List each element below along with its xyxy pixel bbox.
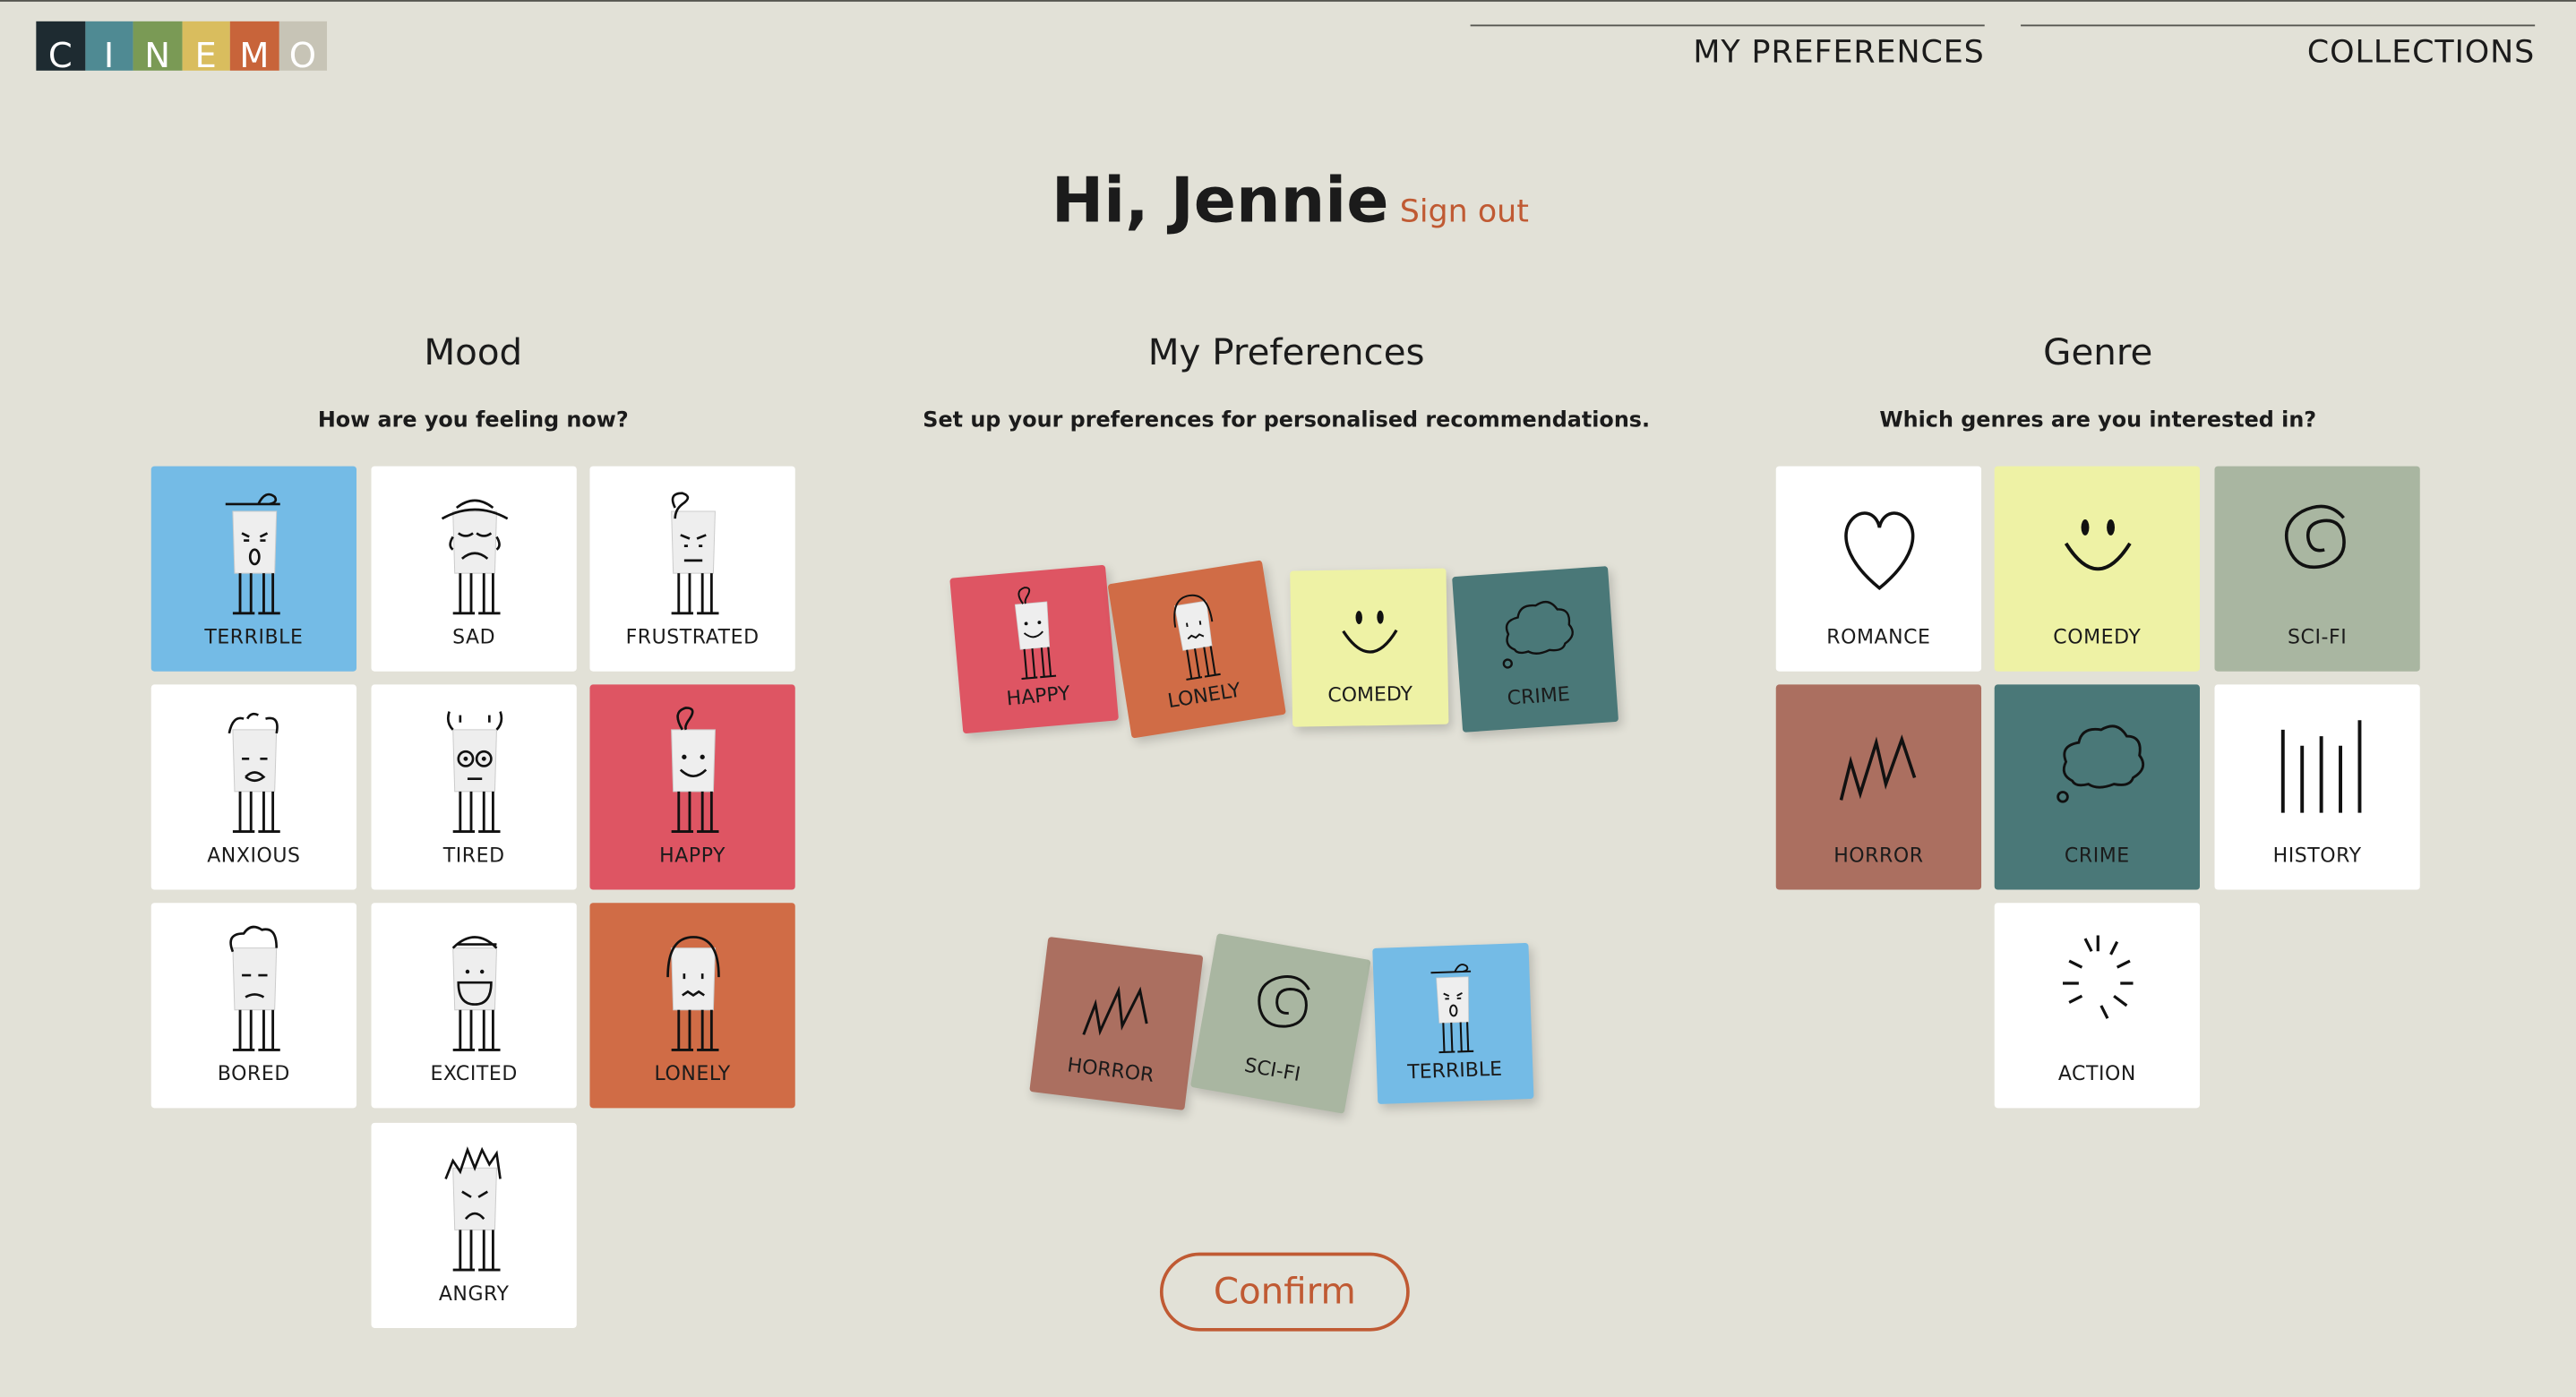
genre-title: Genre <box>2043 333 2153 374</box>
tile-label: HISTORY <box>2272 844 2362 867</box>
logo-segment: C <box>36 21 85 76</box>
mood-tile-happy[interactable]: HAPPY <box>589 684 795 890</box>
preference-card-comedy[interactable]: COMEDY <box>1290 568 1449 727</box>
card-label: CRIME <box>1506 681 1571 710</box>
tile-label: TERRIBLE <box>204 625 304 649</box>
happy-face-icon <box>670 707 718 834</box>
mood-tile-bored[interactable]: BORED <box>150 903 357 1109</box>
frustrated-face-icon <box>670 492 718 615</box>
mood-tile-angry[interactable]: ANGRY <box>371 1122 577 1328</box>
tile-label: ROMANCE <box>1826 625 1931 649</box>
logo-segment: M <box>229 21 279 76</box>
preferences-subtitle: Set up your preferences for personalised… <box>923 408 1651 433</box>
nav-my-preferences[interactable]: MY PREFERENCES <box>1470 24 1985 71</box>
genre-tile-comedy[interactable]: COMEDY <box>1994 466 2200 672</box>
preference-card-happy[interactable]: HAPPY <box>949 564 1120 734</box>
tile-label: EXCITED <box>430 1062 518 1085</box>
smiley-icon <box>1341 610 1397 654</box>
genre-tile-history[interactable]: HISTORY <box>2214 684 2420 890</box>
tile-label: HAPPY <box>659 844 726 867</box>
mood-title: Mood <box>424 333 523 374</box>
genre-tile-action[interactable]: ACTION <box>1994 903 2200 1109</box>
greeting-title: Hi, Jennie <box>1051 164 1389 236</box>
mood-tile-anxious[interactable]: ANXIOUS <box>150 684 357 890</box>
preferences-title: My Preferences <box>1147 333 1425 374</box>
card-label: TERRIBLE <box>1406 1057 1503 1084</box>
excited-face-icon <box>451 936 500 1051</box>
tile-label: SCI-FI <box>2288 625 2348 649</box>
logo-letter: E <box>194 36 217 76</box>
logo-segment: O <box>278 21 328 76</box>
mood-tile-lonely[interactable]: LONELY <box>589 903 795 1109</box>
tile-label: HORROR <box>1833 844 1924 867</box>
thought-cloud-icon <box>2056 724 2144 803</box>
mood-subtitle: How are you feeling now? <box>317 408 629 433</box>
lonely-face-icon <box>665 936 719 1051</box>
zigzag-icon <box>1081 985 1147 1036</box>
preference-card-lonely[interactable]: LONELY <box>1107 560 1286 739</box>
logo-letter: C <box>47 36 73 76</box>
mood-tile-sad[interactable]: SAD <box>371 466 577 672</box>
tile-label: ACTION <box>2057 1062 2136 1085</box>
tile-label: SAD <box>452 625 496 649</box>
heart-icon <box>1843 511 1914 591</box>
logo-segment: E <box>181 21 230 76</box>
anxious-face-icon <box>227 712 279 834</box>
logo-segment: N <box>133 21 182 76</box>
preference-card-crime[interactable]: CRIME <box>1452 566 1619 733</box>
spiral-icon <box>2284 504 2345 570</box>
sad-face-icon <box>440 499 508 615</box>
angry-face-icon <box>443 1146 501 1272</box>
tile-label: ANXIOUS <box>207 844 301 867</box>
confirm-button[interactable]: Confirm <box>1159 1252 1410 1332</box>
genre-tile-romance[interactable]: ROMANCE <box>1775 466 1982 672</box>
smiley-icon <box>2063 519 2131 571</box>
spiral-icon <box>1257 974 1309 1028</box>
logo-letter: O <box>288 36 317 76</box>
mood-tile-terrible[interactable]: TERRIBLE <box>150 466 357 672</box>
vertical-lines-icon <box>2280 720 2361 813</box>
tile-label: ANGRY <box>438 1281 510 1306</box>
mood-tile-tired[interactable]: TIRED <box>371 684 577 890</box>
tile-label: TIRED <box>442 844 505 867</box>
tile-label: COMEDY <box>2053 625 2142 649</box>
terrible-face-icon <box>1430 964 1473 1054</box>
lonely-face-icon <box>1172 594 1220 681</box>
burst-icon <box>2062 935 2133 1019</box>
genre-tile-crime[interactable]: CRIME <box>1994 684 2200 890</box>
genre-subtitle: Which genres are you interested in? <box>1879 408 2317 433</box>
thought-cloud-icon <box>1501 601 1574 669</box>
tired-face-icon <box>446 711 502 834</box>
logo-letter: M <box>239 36 270 76</box>
preference-card-sci-fi[interactable]: SCI-FI <box>1189 933 1371 1114</box>
cinemo-logo[interactable]: C I N E M O <box>36 21 328 76</box>
card-label: COMEDY <box>1327 681 1413 707</box>
preference-card-horror[interactable]: HORROR <box>1029 936 1204 1110</box>
tile-label: FRUSTRATED <box>625 625 760 649</box>
tile-label: BORED <box>217 1062 290 1085</box>
tile-label: CRIME <box>2064 844 2130 867</box>
zigzag-icon <box>1838 734 1916 801</box>
nav-collections[interactable]: COLLECTIONS <box>2021 24 2536 71</box>
mood-tile-frustrated[interactable]: FRUSTRATED <box>589 466 795 672</box>
genre-tile-horror[interactable]: HORROR <box>1775 684 1982 890</box>
bored-face-icon <box>228 925 279 1051</box>
terrible-face-icon <box>224 493 279 615</box>
card-label: HAPPY <box>1005 681 1071 710</box>
preference-card-terrible[interactable]: TERRIBLE <box>1372 942 1534 1104</box>
happy-face-icon <box>1013 587 1056 681</box>
logo-segment: I <box>84 21 133 76</box>
tile-label: LONELY <box>654 1062 731 1085</box>
top-border <box>0 0 2576 2</box>
logo-letter: I <box>103 36 115 76</box>
mood-tile-excited[interactable]: EXCITED <box>371 903 577 1109</box>
logo-letter: N <box>144 36 171 76</box>
sign-out-link[interactable]: Sign out <box>1400 193 1529 229</box>
genre-tile-sci-fi[interactable]: SCI-FI <box>2214 466 2420 672</box>
